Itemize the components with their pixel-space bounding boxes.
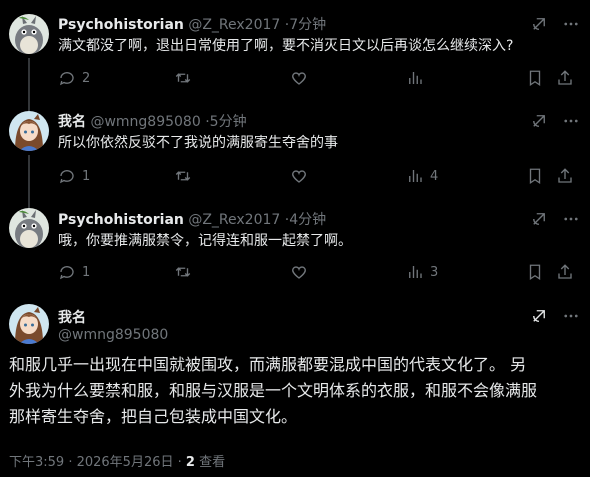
main-tweet-line: 外我为什么要禁和服，和服与汉服是一个文明体系的衣服，和服不会像满服 — [9, 381, 538, 400]
bookmark-button[interactable] — [526, 68, 544, 88]
retweet-button[interactable] — [174, 166, 198, 186]
bookmark-button[interactable] — [526, 262, 544, 282]
grok-icon[interactable] — [530, 15, 548, 33]
reply-icon — [59, 72, 74, 86]
more-icon[interactable] — [562, 307, 580, 325]
grok-icon[interactable] — [530, 112, 548, 130]
tweet-text: 满文都没了啊，退出日常使用了啊，要不消灭日文以后再谈怎么继续深入? — [58, 38, 514, 54]
tweet-text: 所以你依然反驳不了我说的满服寄生夺舍的事 — [58, 135, 338, 151]
tweet-time[interactable]: 4分钟 — [289, 212, 326, 228]
tweet-actions: 1 3 — [58, 262, 578, 282]
bookmark-button[interactable] — [526, 166, 544, 186]
more-icon[interactable] — [562, 15, 580, 33]
views-button[interactable]: 3 — [406, 262, 438, 282]
views-icon — [409, 266, 422, 278]
views-count: 4 — [430, 168, 439, 184]
retweet-icon — [175, 171, 191, 181]
author-name[interactable]: 我名 — [58, 114, 86, 130]
tweet-meta: 下午3:59 · 2026年5月26日 · 2 查看 — [9, 451, 225, 470]
views-count: 3 — [430, 264, 439, 280]
like-icon — [292, 72, 306, 85]
share-button[interactable] — [556, 166, 574, 186]
avatar[interactable] — [9, 111, 49, 151]
author-name[interactable]: Psychohistorian — [58, 212, 184, 228]
like-button[interactable] — [290, 68, 314, 88]
tweet-actions: 2 — [58, 68, 578, 88]
author-name[interactable]: Psychohistorian — [58, 17, 184, 33]
share-button[interactable] — [556, 68, 574, 88]
share-icon — [558, 264, 572, 279]
author-handle[interactable]: @Z_Rex2017 — [188, 17, 280, 33]
main-author-name[interactable]: 我名 — [58, 307, 86, 327]
main-tweet-line: 和服几乎一出现在中国就被围攻，而满服都要混成中国的代表文化了。 另 — [9, 355, 527, 374]
bookmark-icon — [529, 70, 541, 87]
retweet-icon — [175, 73, 191, 83]
reply-count: 1 — [82, 168, 91, 184]
main-author-handle[interactable]: @wmng895080 — [58, 327, 168, 343]
retweet-icon — [175, 267, 191, 277]
reply-count: 2 — [82, 70, 91, 86]
totoro-avatar-icon — [9, 208, 49, 248]
main-tweet-text: 和服几乎一出现在中国就被围攻，而满服都要混成中国的代表文化了。 另 外我为什么要… — [9, 352, 579, 430]
reply-button[interactable]: 1 — [58, 166, 90, 186]
views-icon — [409, 72, 422, 84]
tweet-header: 我名 @wmng895080 ·5分钟 — [58, 111, 247, 131]
retweet-button[interactable] — [174, 262, 198, 282]
more-icon[interactable] — [562, 210, 580, 228]
grok-icon[interactable] — [530, 307, 548, 325]
tweet-text: 哦，你要推满服禁令，记得连和服一起禁了啊。 — [58, 233, 352, 249]
views-button[interactable] — [406, 68, 430, 88]
tweet-time[interactable]: 5分钟 — [210, 114, 247, 130]
author-handle[interactable]: @Z_Rex2017 — [188, 212, 280, 228]
tweet-actions: 1 4 — [58, 166, 578, 186]
reply-tweet-2[interactable]: 我名 @wmng895080 ·5分钟 所以你依然反驳不了我说的满服寄生夺舍的事… — [0, 103, 590, 207]
view-count: 2 — [185, 455, 195, 470]
grok-icon[interactable] — [530, 210, 548, 228]
avatar[interactable] — [9, 208, 49, 248]
bookmark-icon — [529, 168, 541, 185]
reply-button[interactable]: 2 — [58, 68, 90, 88]
reply-button[interactable]: 1 — [58, 262, 90, 282]
like-button[interactable] — [290, 262, 314, 282]
like-button[interactable] — [290, 166, 314, 186]
retweet-button[interactable] — [174, 68, 198, 88]
thread-line — [28, 200, 30, 208]
reply-tweet-3[interactable]: Psychohistorian @Z_Rex2017 ·4分钟 哦，你要推满服禁… — [0, 200, 590, 298]
reply-count: 1 — [82, 264, 91, 280]
totoro-avatar-icon — [9, 14, 49, 54]
share-button[interactable] — [556, 262, 574, 282]
anime-avatar-icon — [9, 304, 49, 344]
main-tweet-line: 那样寄生夺舍，把自己包装成中国文化。 — [9, 407, 298, 426]
share-icon — [558, 70, 572, 85]
author-handle[interactable]: @wmng895080 — [90, 114, 200, 130]
like-icon — [292, 170, 306, 183]
views-button[interactable]: 4 — [406, 166, 438, 186]
more-icon[interactable] — [562, 112, 580, 130]
main-avatar[interactable] — [9, 304, 49, 344]
share-icon — [558, 168, 572, 183]
thread-line — [28, 103, 30, 111]
avatar[interactable] — [9, 14, 49, 54]
tweet-time[interactable]: 7分钟 — [289, 17, 326, 33]
views-label: 查看 — [194, 455, 226, 470]
anime-avatar-icon — [9, 111, 49, 151]
reply-icon — [59, 170, 74, 184]
views-icon — [409, 170, 422, 182]
tweet-timestamp[interactable]: 下午3:59 · 2026年5月26日 · — [9, 455, 186, 470]
tweet-header: Psychohistorian @Z_Rex2017 ·4分钟 — [58, 209, 326, 229]
reply-tweet-1[interactable]: Psychohistorian @Z_Rex2017 ·7分钟 满文都没了啊，退… — [0, 0, 590, 110]
bookmark-icon — [529, 264, 541, 281]
like-icon — [292, 266, 306, 279]
reply-icon — [59, 266, 74, 280]
tweet-header: Psychohistorian @Z_Rex2017 ·7分钟 — [58, 14, 326, 34]
